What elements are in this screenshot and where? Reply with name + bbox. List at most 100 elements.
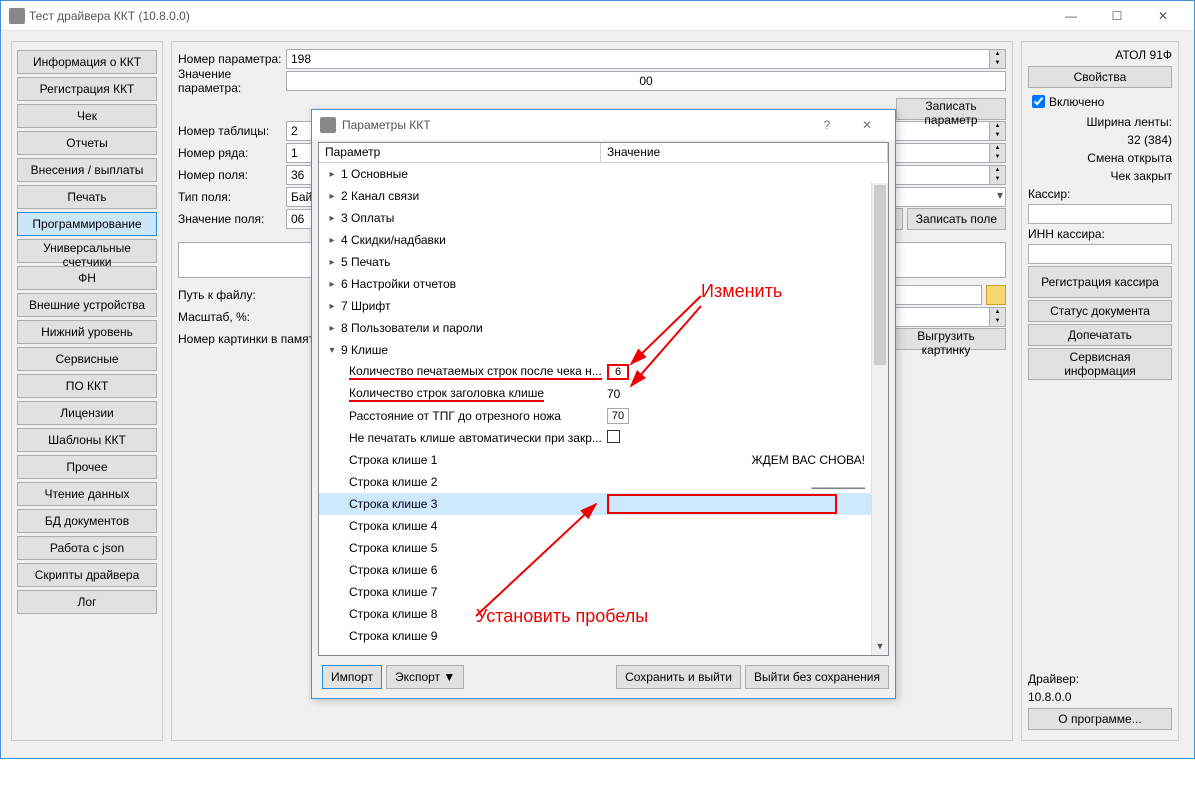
tree-row[interactable]: ▸6 Настройки отчетов: [319, 273, 871, 295]
enabled-check[interactable]: Включено: [1022, 90, 1178, 113]
tree-row[interactable]: ▸4 Скидки/надбавки: [319, 229, 871, 251]
field-type-label: Тип поля:: [178, 190, 286, 204]
tree-row[interactable]: Расстояние от ТПГ до отрезного ножа70: [319, 405, 871, 427]
cashier-input[interactable]: [1028, 204, 1172, 224]
chevron-right-icon[interactable]: ▸: [325, 299, 339, 313]
chevron-right-icon[interactable]: ▸: [325, 255, 339, 269]
chevron-right-icon[interactable]: ▸: [325, 167, 339, 181]
param-no-input[interactable]: 198▲▼: [286, 49, 1006, 69]
tree-item-label: 4 Скидки/надбавки: [341, 233, 446, 247]
value-input[interactable]: [607, 494, 837, 514]
nav-item[interactable]: Универсальные счетчики: [17, 239, 157, 263]
tree-header: Параметр Значение: [319, 143, 888, 163]
window-title: Тест драйвера ККТ (10.8.0.0): [29, 9, 1048, 23]
tree-row[interactable]: ▸3 Оплаты: [319, 207, 871, 229]
enabled-checkbox[interactable]: [1032, 95, 1045, 108]
tree-row[interactable]: Строка клише 9: [319, 625, 871, 647]
value-input[interactable]: 70: [607, 408, 629, 424]
nav-item[interactable]: Внешние устройства: [17, 293, 157, 317]
tree-item-label: Строка клише 7: [349, 585, 437, 599]
scroll-down-icon[interactable]: ▼: [872, 638, 888, 655]
nav-item[interactable]: Работа с json: [17, 536, 157, 560]
write-param-button[interactable]: Записать параметр: [896, 98, 1006, 120]
nav-panel: Информация о ККТ Регистрация ККТ Чек Отчеты…: [11, 41, 163, 741]
nav-item[interactable]: Внесения / выплаты: [17, 158, 157, 182]
maximize-button[interactable]: ☐: [1094, 1, 1140, 31]
tree-row[interactable]: ▸8 Пользователи и пароли: [319, 317, 871, 339]
tree-item-label: Не печатать клише автоматически при закр…: [349, 431, 602, 445]
window-controls: — ☐ ✕: [1048, 1, 1186, 31]
nav-item[interactable]: ПО ККТ: [17, 374, 157, 398]
tree-row[interactable]: Строка клише 4: [319, 515, 871, 537]
import-button[interactable]: Импорт: [322, 665, 382, 689]
properties-button[interactable]: Свойства: [1028, 66, 1172, 88]
tree-row[interactable]: ▾9 Клише: [319, 339, 871, 361]
minimize-button[interactable]: —: [1048, 1, 1094, 31]
tree-row[interactable]: ▸5 Печать: [319, 251, 871, 273]
service-info-button[interactable]: Сервисная информация: [1028, 348, 1172, 380]
dialog-help-button[interactable]: ?: [807, 118, 847, 132]
tree-row[interactable]: ▸1 Основные: [319, 163, 871, 185]
tree-row[interactable]: Строка клише 1ЖДЕМ ВАС СНОВА!: [319, 449, 871, 471]
folder-icon[interactable]: [986, 285, 1006, 305]
export-button[interactable]: Экспорт ▼: [386, 665, 464, 689]
param-tree: Параметр Значение ▲ ▼ ▸1 Основные▸2 Кана…: [318, 142, 889, 656]
tree-row[interactable]: Строка клише 6: [319, 559, 871, 581]
tree-row[interactable]: Количество печатаемых строк после чека н…: [319, 361, 871, 383]
tree-row[interactable]: Не печатать клише автоматически при закр…: [319, 427, 871, 449]
exit-nosave-button[interactable]: Выйти без сохранения: [745, 665, 889, 689]
reprint-button[interactable]: Допечатать: [1028, 324, 1172, 346]
inn-input[interactable]: [1028, 244, 1172, 264]
tree-item-label: 8 Пользователи и пароли: [341, 321, 483, 335]
nav-item[interactable]: Лицензии: [17, 401, 157, 425]
tree-row[interactable]: ▸2 Канал связи: [319, 185, 871, 207]
param-val-input[interactable]: 00: [286, 71, 1006, 91]
annotation-change: Изменить: [701, 281, 782, 302]
nav-item[interactable]: Печать: [17, 185, 157, 209]
chevron-right-icon[interactable]: ▸: [325, 211, 339, 225]
chevron-right-icon[interactable]: ▸: [325, 189, 339, 203]
write-field-button[interactable]: Записать поле: [907, 208, 1006, 230]
unload-picture-button[interactable]: Выгрузить картинку: [886, 328, 1006, 350]
tree-row[interactable]: ▸7 Шрифт: [319, 295, 871, 317]
row-no-label: Номер ряда:: [178, 146, 286, 160]
tree-row[interactable]: Строка клише 3: [319, 493, 871, 515]
driver-version: 10.8.0.0: [1022, 688, 1178, 706]
nav-item[interactable]: Скрипты драйвера: [17, 563, 157, 587]
close-button[interactable]: ✕: [1140, 1, 1186, 31]
nav-item[interactable]: Чтение данных: [17, 482, 157, 506]
register-cashier-button[interactable]: Регистрация кассира: [1028, 266, 1172, 298]
tree-row[interactable]: Строка клише 5: [319, 537, 871, 559]
value-input[interactable]: 6: [607, 364, 629, 380]
nav-item[interactable]: Регистрация ККТ: [17, 77, 157, 101]
chevron-right-icon[interactable]: ▸: [325, 233, 339, 247]
nav-item[interactable]: Информация о ККТ: [17, 50, 157, 74]
doc-status-button[interactable]: Статус документа: [1028, 300, 1172, 322]
tree-row[interactable]: Количество строк заголовка клише70: [319, 383, 871, 405]
tree-item-label: Количество строк заголовка клише: [349, 386, 544, 402]
tree-item-label: Строка клише 9: [349, 629, 437, 643]
tree-item-label: 5 Печать: [341, 255, 390, 269]
value-checkbox[interactable]: [607, 430, 620, 443]
nav-item[interactable]: Чек: [17, 104, 157, 128]
tree-row[interactable]: Строка клише 7: [319, 581, 871, 603]
tree-scrollbar[interactable]: ▲ ▼: [871, 183, 888, 655]
dialog-close-button[interactable]: ✕: [847, 118, 887, 132]
scroll-thumb[interactable]: [874, 185, 886, 365]
tree-item-label: 1 Основные: [341, 167, 408, 181]
nav-item[interactable]: Отчеты: [17, 131, 157, 155]
nav-item[interactable]: Шаблоны ККТ: [17, 428, 157, 452]
chevron-right-icon[interactable]: ▸: [325, 277, 339, 291]
nav-item[interactable]: Прочее: [17, 455, 157, 479]
tree-row[interactable]: Строка клише 2________: [319, 471, 871, 493]
nav-item[interactable]: Сервисные: [17, 347, 157, 371]
nav-item[interactable]: ФН: [17, 266, 157, 290]
about-button[interactable]: О программе...: [1028, 708, 1172, 730]
nav-item[interactable]: Программирование: [17, 212, 157, 236]
chevron-down-icon[interactable]: ▾: [325, 343, 339, 357]
nav-item[interactable]: Нижний уровень: [17, 320, 157, 344]
nav-item[interactable]: Лог: [17, 590, 157, 614]
save-exit-button[interactable]: Сохранить и выйти: [616, 665, 741, 689]
chevron-right-icon[interactable]: ▸: [325, 321, 339, 335]
nav-item[interactable]: БД документов: [17, 509, 157, 533]
